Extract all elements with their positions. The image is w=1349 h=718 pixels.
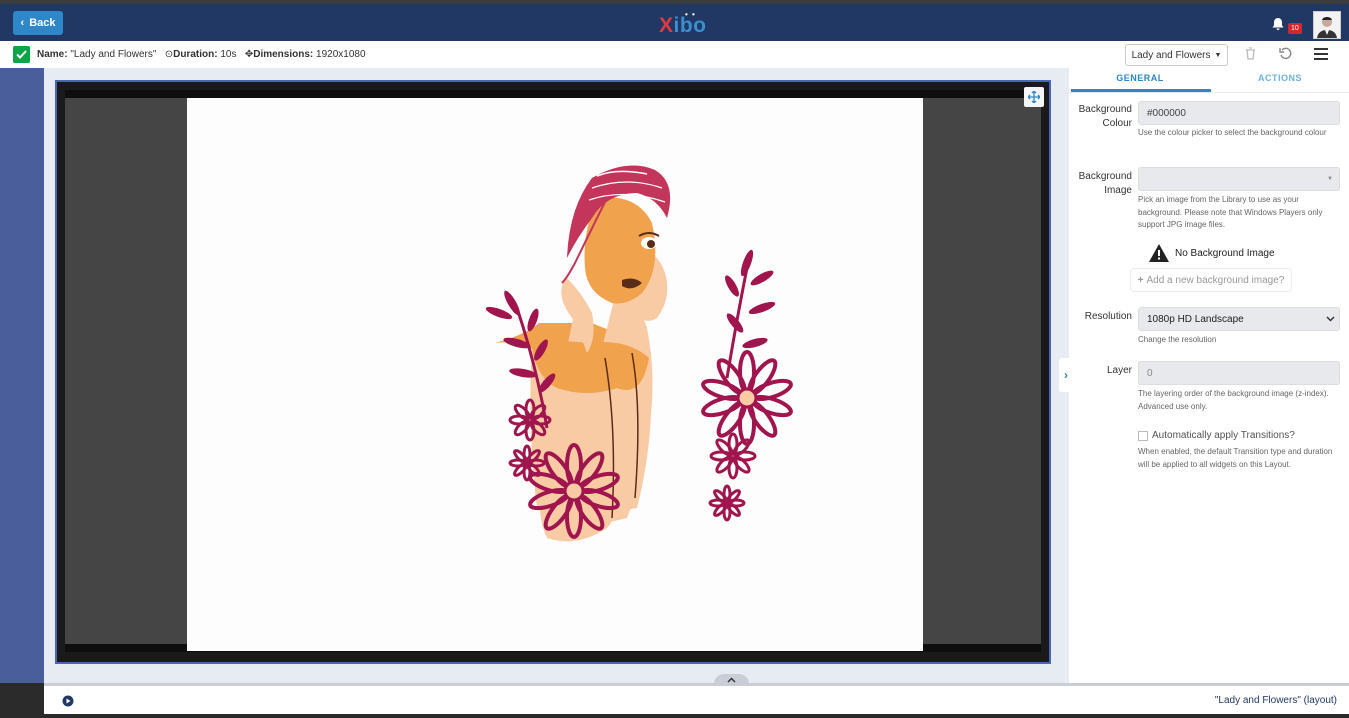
bg-image-label: Background Image [1078,171,1132,196]
layout-summary: Name: "Lady and Flowers" ⊙Duration: 10s … [37,49,366,60]
layout-canvas[interactable] [187,98,923,651]
resolution-help: Change the resolution [1138,335,1217,344]
xibo-logo: Xibo • • [659,10,707,37]
layer-help: The layering order of the background ima… [1138,389,1329,411]
back-button[interactable]: ‹ Back [13,11,63,35]
viewer-background [65,90,1041,652]
bg-image-help: Pick an image from the Library to use as… [1138,195,1323,229]
no-bg-image-notice: No Background Image [1149,244,1275,262]
chevron-down-icon [1326,316,1335,322]
lady-and-flowers-image [485,165,793,542]
layout-jump-select[interactable]: Lady and Flowers ▼ [1125,44,1228,66]
notification-badge: 10 [1288,23,1302,34]
user-avatar[interactable] [1313,11,1341,39]
layout-viewer[interactable] [55,80,1051,664]
move-icon: ✥ [244,49,254,60]
caret-down-icon: ▼ [1327,176,1333,182]
bg-colour-help: Use the colour picker to select the back… [1138,128,1327,137]
layout-status-text: "Lady and Flowers" (layout) [1214,695,1337,706]
chevron-left-icon: ‹ [20,17,25,29]
hamburger-menu-icon[interactable] [1314,47,1328,65]
layer-input[interactable]: 0 [1138,361,1340,385]
bottom-bar: "Lady and Flowers" (layout) [44,683,1349,714]
tab-general[interactable]: GENERAL [1069,73,1211,83]
resolution-select[interactable]: 1080p HD Landscape [1138,307,1340,331]
bg-colour-label: Background Colour [1078,104,1132,129]
properties-panel: GENERAL ACTIONS Background Colour #00000… [1069,68,1349,683]
add-bg-image-button[interactable]: + Add a new background image? [1130,268,1292,292]
warning-icon [1149,244,1169,262]
bg-colour-input[interactable]: #000000 [1138,101,1340,125]
bg-image-select[interactable]: ▼ [1138,167,1340,191]
transitions-help: When enabled, the default Transition typ… [1138,447,1333,469]
clock-icon: ⊙ [164,49,174,60]
bell-icon[interactable] [1271,17,1285,36]
panel-tabs: GENERAL ACTIONS [1069,68,1349,93]
play-preview-icon[interactable] [62,694,74,712]
toolbar-strip [0,68,44,683]
publish-status-check-icon[interactable] [13,46,30,63]
trash-icon[interactable] [1245,47,1256,65]
tab-actions[interactable]: ACTIONS [1211,73,1349,83]
top-bar: ‹ Back Xibo • • 10 [0,0,1349,41]
move-canvas-icon[interactable] [1024,87,1044,107]
transitions-option: Automatically apply Transitions? [1138,430,1295,441]
transitions-checkbox[interactable] [1138,430,1148,441]
plus-icon: + [1137,274,1144,286]
caret-down-icon: ▼ [1214,51,1222,59]
layer-label: Layer [1106,365,1132,376]
back-label: Back [29,17,56,29]
resolution-label: Resolution [1084,311,1132,322]
undo-icon[interactable] [1279,47,1293,65]
